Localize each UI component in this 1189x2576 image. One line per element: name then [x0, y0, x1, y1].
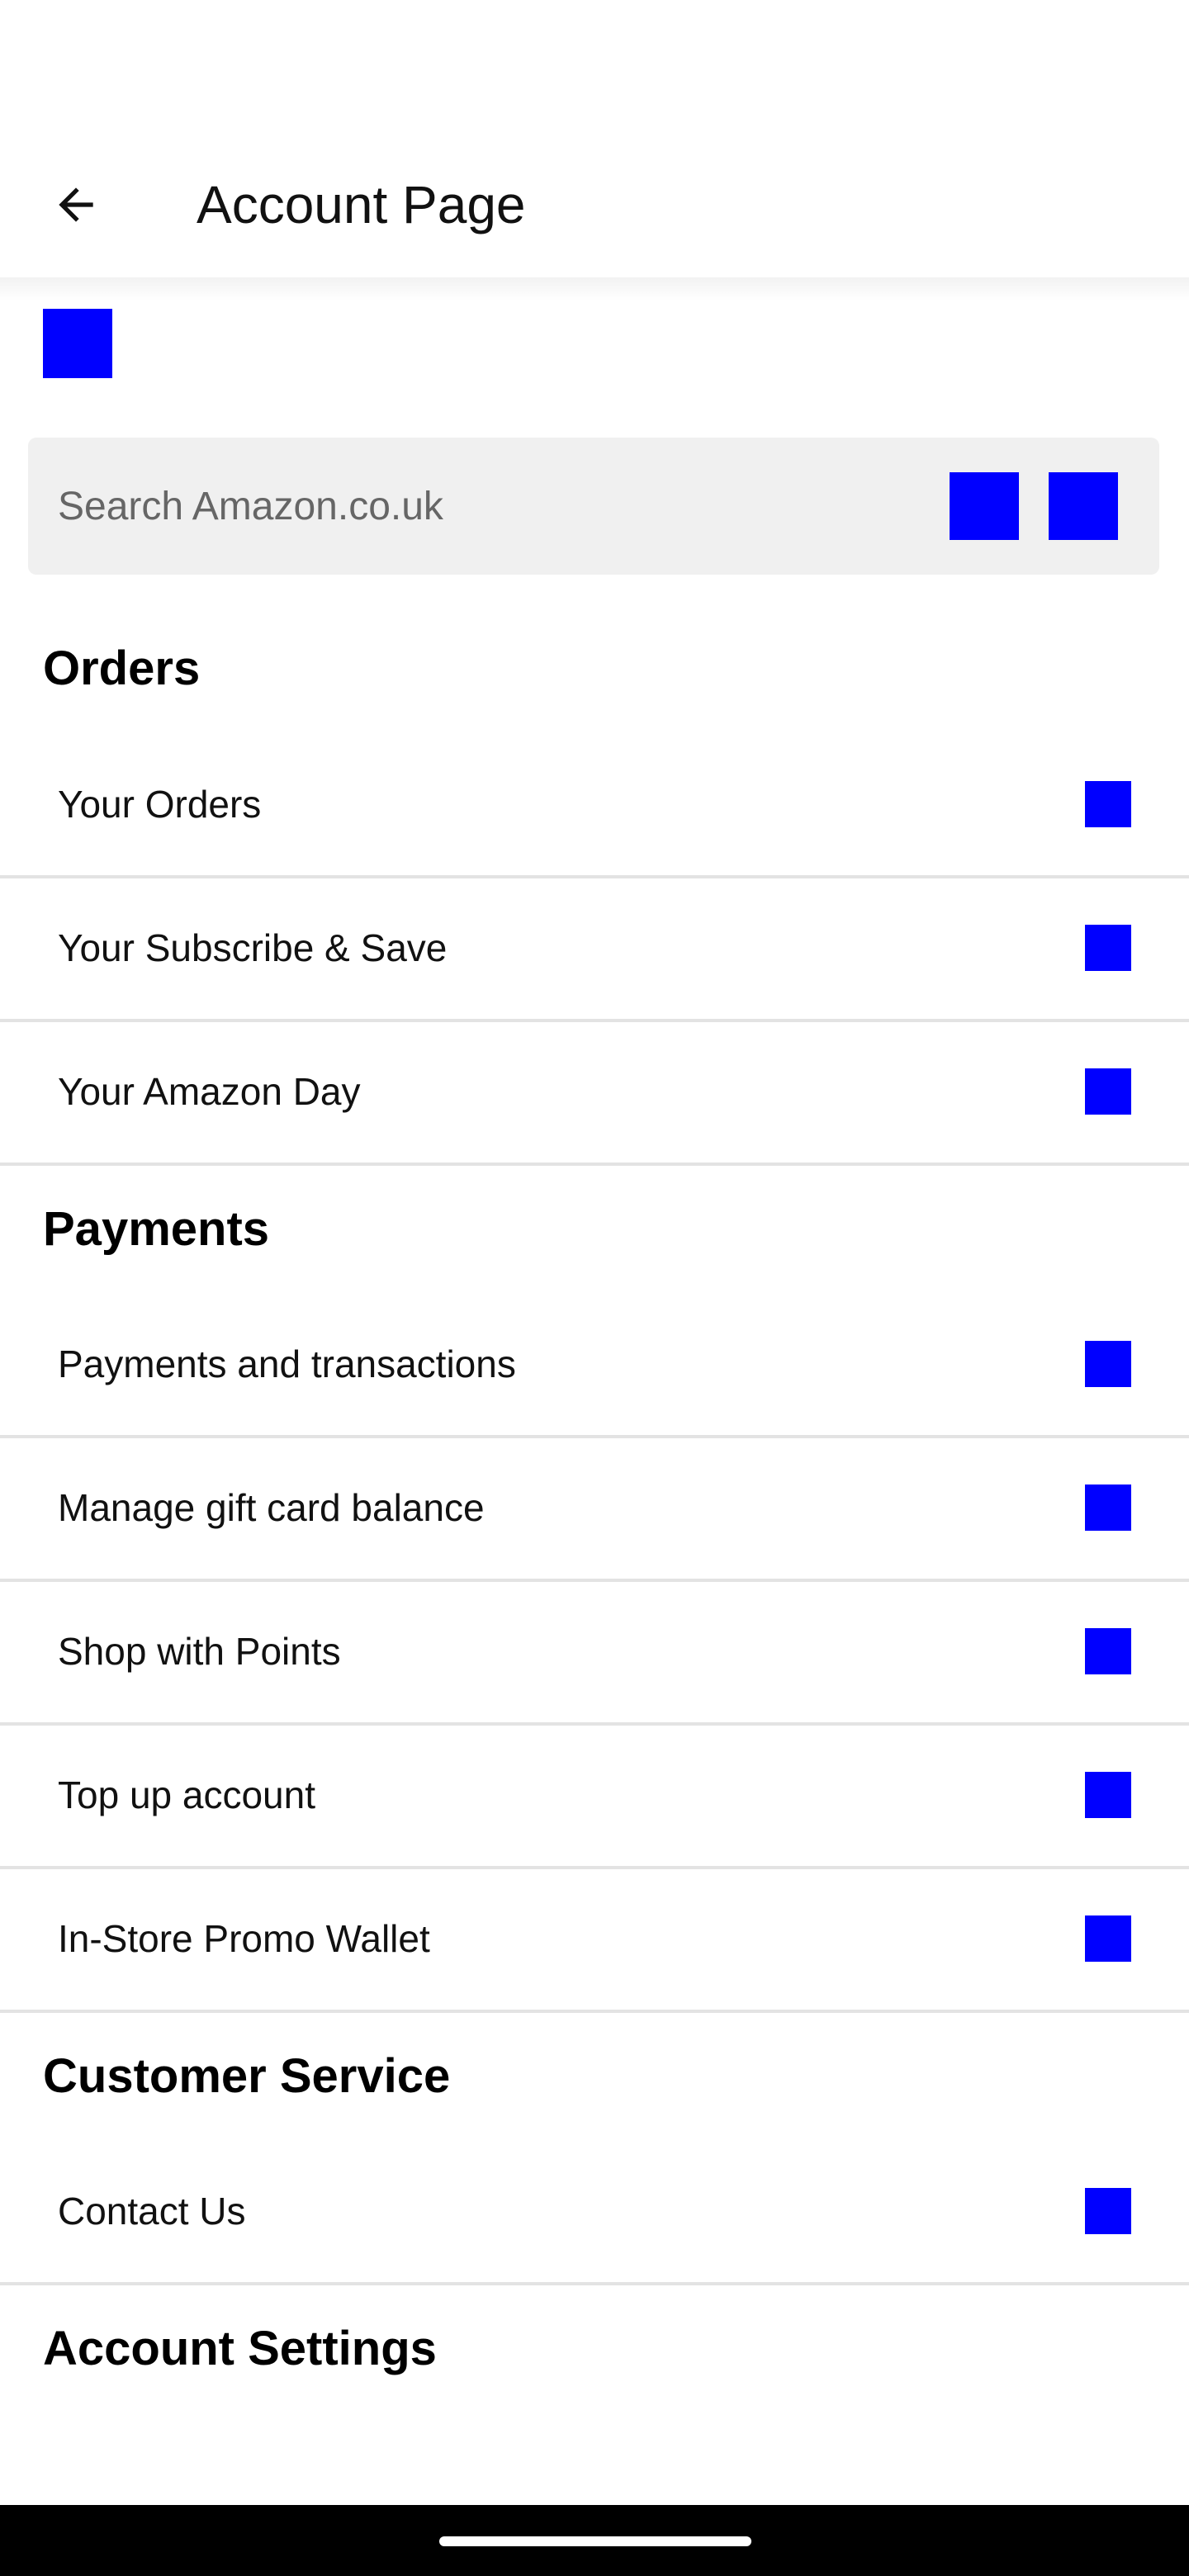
app-bar: Account Page	[0, 139, 1189, 264]
chevron-right-icon	[1085, 2188, 1131, 2234]
back-button[interactable]	[41, 170, 111, 239]
page-title: Account Page	[197, 175, 526, 234]
chevron-right-icon	[1085, 1068, 1131, 1115]
section-title-orders: Orders	[43, 642, 201, 695]
chevron-right-icon	[1085, 1341, 1131, 1387]
menu-item-contact-us[interactable]: Contact Us	[0, 2140, 1189, 2285]
amazon-logo-icon[interactable]	[43, 309, 112, 378]
chevron-right-icon	[1085, 1485, 1131, 1531]
menu-item-amazon-day[interactable]: Your Amazon Day	[0, 1020, 1189, 1166]
menu-item-promo-wallet[interactable]: In-Store Promo Wallet	[0, 1868, 1189, 2013]
section-title-account-settings: Account Settings	[43, 2322, 437, 2375]
menu-item-label: Your Subscribe & Save	[58, 926, 448, 969]
menu-item-label: Shop with Points	[58, 1630, 341, 1673]
menu-item-payments-transactions[interactable]: Payments and transactions	[0, 1293, 1189, 1438]
menu-item-label: Payments and transactions	[58, 1342, 516, 1385]
app-bar-shadow	[0, 277, 1189, 301]
chevron-right-icon	[1085, 1628, 1131, 1674]
camera-icon[interactable]	[950, 472, 1019, 540]
section-title-payments: Payments	[43, 1202, 270, 1256]
status-bar	[0, 0, 1189, 139]
chevron-right-icon	[1085, 1915, 1131, 1962]
menu-item-label: In-Store Promo Wallet	[58, 1917, 430, 1960]
menu-item-gift-card-balance[interactable]: Manage gift card balance	[0, 1437, 1189, 1582]
menu-item-label: Manage gift card balance	[58, 1486, 485, 1529]
home-indicator[interactable]	[439, 2536, 751, 2546]
menu-item-label: Top up account	[58, 1773, 316, 1816]
section-title-customer-service: Customer Service	[43, 2049, 451, 2103]
search-input[interactable]	[58, 471, 883, 542]
menu-item-label: Contact Us	[58, 2190, 246, 2233]
menu-item-subscribe-save[interactable]: Your Subscribe & Save	[0, 877, 1189, 1022]
arrow-left-icon	[59, 187, 93, 222]
chevron-right-icon	[1085, 1772, 1131, 1818]
menu-item-shop-with-points[interactable]: Shop with Points	[0, 1580, 1189, 1726]
menu-item-label: Your Orders	[58, 783, 262, 826]
chevron-right-icon	[1085, 781, 1131, 827]
chevron-right-icon	[1085, 925, 1131, 971]
menu-item-top-up-account[interactable]: Top up account	[0, 1724, 1189, 1869]
system-nav-bar	[0, 2505, 1189, 2576]
search-bar	[28, 438, 1159, 575]
menu-item-label: Your Amazon Day	[58, 1070, 361, 1113]
menu-item-your-orders[interactable]: Your Orders	[0, 733, 1189, 878]
microphone-icon[interactable]	[1049, 472, 1118, 540]
